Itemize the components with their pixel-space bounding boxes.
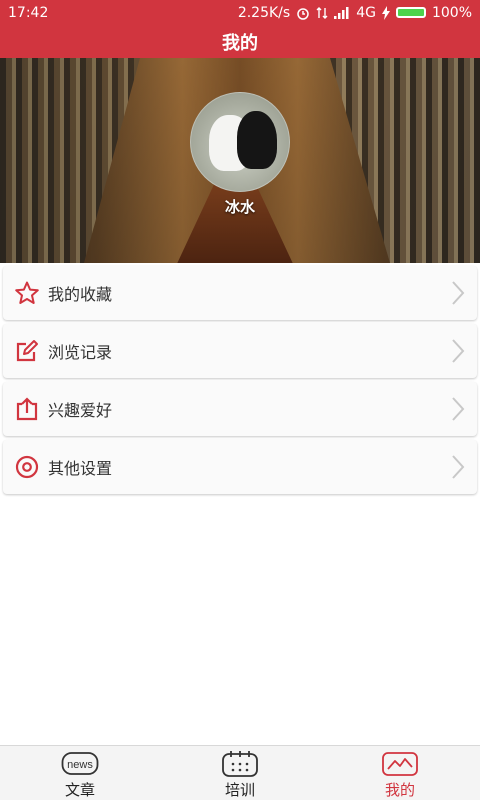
chevron-right-icon <box>447 279 469 307</box>
chevron-right-icon <box>447 395 469 423</box>
settings-icon <box>14 454 40 480</box>
page-title: 我的 <box>222 32 258 54</box>
network-speed: 2.25K/s <box>237 4 291 21</box>
menu-item-label: 其他设置 <box>48 459 113 478</box>
tab-mine[interactable]: 我的 <box>320 746 480 800</box>
battery-icon <box>395 7 426 18</box>
menu-item-label: 浏览记录 <box>48 343 113 362</box>
star-icon <box>14 280 40 306</box>
news-icon-text: news <box>67 759 93 771</box>
status-time: 17:42 <box>8 4 49 21</box>
title-bar: 我的 <box>0 25 480 58</box>
alarm-icon <box>297 7 309 20</box>
avatar-black-dog <box>237 111 277 169</box>
tab-label: 培训 <box>224 781 255 799</box>
username: 冰水 <box>224 198 255 216</box>
menu-item-history[interactable]: 浏览记录 <box>3 324 477 378</box>
chevron-right-icon <box>447 453 469 481</box>
avatar[interactable] <box>190 92 290 192</box>
share-icon <box>14 396 40 422</box>
network-type: 4G <box>356 4 376 21</box>
battery-percent: 100% <box>431 4 472 21</box>
data-transfer-icon <box>316 6 328 19</box>
edit-icon <box>14 338 40 364</box>
menu-item-interests[interactable]: 兴趣爱好 <box>3 382 477 436</box>
tab-training[interactable]: 培训 <box>160 746 320 800</box>
signal-icon <box>334 6 349 19</box>
tab-label: 我的 <box>384 781 415 799</box>
menu-item-label: 兴趣爱好 <box>48 401 113 420</box>
charging-icon <box>381 5 390 20</box>
calendar-icon <box>221 750 259 778</box>
status-right: 2.25K/s 4G 100% <box>238 5 472 21</box>
banner-bookshelf-left <box>0 58 140 263</box>
menu-item-label: 我的收藏 <box>48 285 113 304</box>
bottom-tab-bar: news 文章 培训 我的 <box>0 745 480 800</box>
tab-articles[interactable]: news 文章 <box>0 746 160 800</box>
menu-item-settings[interactable]: 其他设置 <box>3 440 477 494</box>
chevron-right-icon <box>447 337 469 365</box>
tab-label: 文章 <box>64 781 95 799</box>
profile-chart-icon <box>381 750 419 778</box>
status-bar: 17:42 2.25K/s 4G 100% <box>0 0 480 25</box>
menu-item-favorites[interactable]: 我的收藏 <box>3 266 477 320</box>
news-icon: news <box>61 750 99 778</box>
banner-bookshelf-right <box>330 58 480 263</box>
